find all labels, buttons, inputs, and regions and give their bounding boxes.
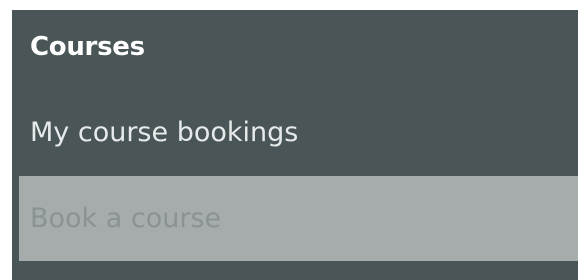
nav-item-book-a-course[interactable]: Book a course [19, 176, 578, 261]
courses-nav-panel: Courses My course bookings Book a course [12, 10, 578, 280]
nav-item-my-course-bookings[interactable]: My course bookings [30, 113, 298, 153]
courses-heading: Courses [30, 32, 145, 62]
